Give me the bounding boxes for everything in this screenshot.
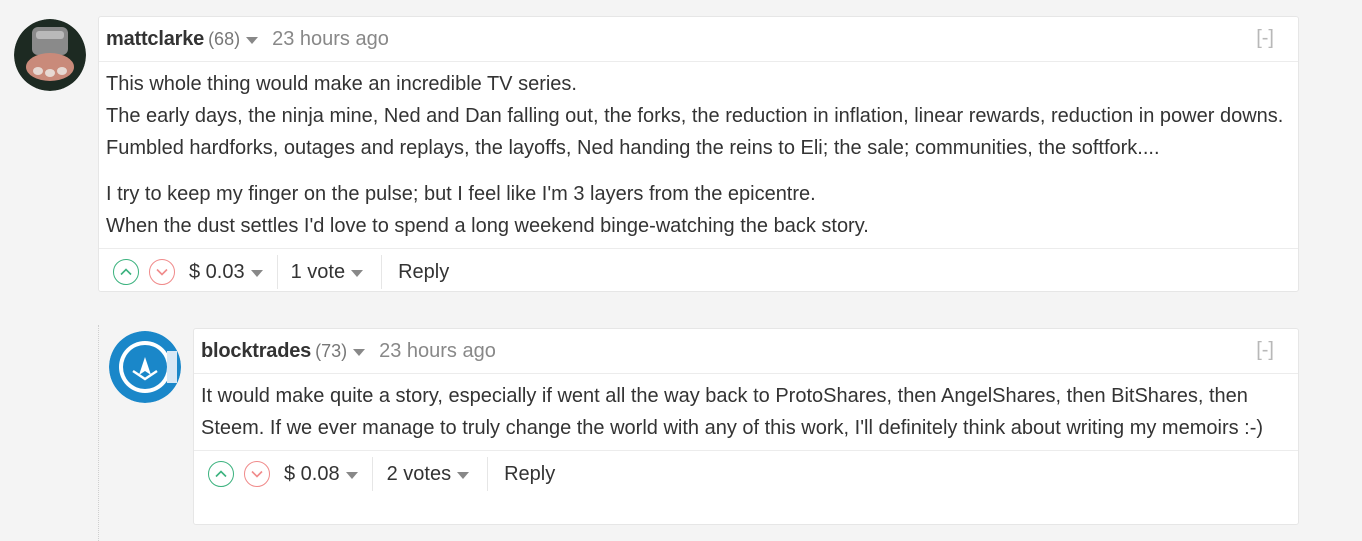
comment-paragraph: It would make quite a story, especially … (201, 385, 1264, 439)
comment-line: When the dust settles I'd love to spend … (106, 215, 869, 237)
footer-divider (276, 255, 278, 289)
footer-divider (487, 457, 489, 491)
comment-timestamp[interactable]: 23 hours ago (272, 28, 389, 51)
author-reputation: (73) (315, 340, 348, 361)
collapse-button[interactable]: [-] (1256, 27, 1274, 50)
comment-paragraph: This whole thing would make an incredibl… (106, 68, 1291, 164)
caret-down-icon[interactable] (353, 348, 366, 356)
thread-indent-line (98, 325, 99, 541)
comment-body: It would make quite a story, especially … (194, 374, 1298, 450)
comment-header: mattclarke (68) 23 hours ago [-] (99, 17, 1298, 62)
comment-header: blocktrades (73) 23 hours ago [-] (194, 329, 1298, 374)
comment-paragraph: I try to keep my finger on the pulse; bu… (106, 178, 1291, 242)
reply-button[interactable]: Reply (504, 463, 555, 486)
avatar-mattclarke[interactable] (14, 19, 86, 91)
votes-count: 2 votes (386, 462, 452, 485)
avatar-blocktrades[interactable] (109, 331, 181, 403)
payout-dropdown[interactable]: $ 0.08 (284, 463, 358, 486)
footer-divider (381, 255, 383, 289)
comment-line: The early days, the ninja mine, Ned and … (106, 105, 1284, 159)
upvote-button[interactable] (113, 259, 139, 285)
chevron-up-icon (120, 268, 132, 276)
votes-dropdown[interactable]: 2 votes (386, 462, 470, 486)
reply-button[interactable]: Reply (398, 261, 449, 284)
comment-thread: mattclarke (68) 23 hours ago [-] This wh… (0, 0, 1362, 541)
author-name[interactable]: mattclarke (106, 28, 204, 51)
downvote-button[interactable] (149, 259, 175, 285)
upvote-button[interactable] (208, 461, 234, 487)
payout-value: $ 0.03 (189, 260, 245, 283)
comment-footer: $ 0.08 2 votes Reply (194, 450, 1298, 497)
footer-divider (371, 457, 373, 491)
payout-value: $ 0.08 (284, 462, 340, 485)
comment-timestamp[interactable]: 23 hours ago (379, 340, 496, 363)
comment-card-blocktrades: blocktrades (73) 23 hours ago [-] It wou… (193, 328, 1299, 525)
caret-down-icon[interactable] (246, 36, 259, 44)
caret-down-icon (250, 269, 263, 277)
avatar-image (14, 19, 86, 91)
chevron-down-icon (156, 268, 168, 276)
chevron-down-icon (251, 470, 263, 478)
comment-card-mattclarke: mattclarke (68) 23 hours ago [-] This wh… (98, 16, 1299, 292)
payout-dropdown[interactable]: $ 0.03 (189, 261, 263, 284)
author-reputation: (68) (208, 28, 241, 49)
downvote-button[interactable] (244, 461, 270, 487)
votes-dropdown[interactable]: 1 vote (290, 260, 364, 284)
comment-body: This whole thing would make an incredibl… (99, 62, 1298, 248)
caret-down-icon (457, 471, 470, 479)
caret-down-icon (345, 471, 358, 479)
chevron-up-icon (215, 470, 227, 478)
votes-count: 1 vote (290, 260, 346, 283)
comment-footer: $ 0.03 1 vote Reply (99, 248, 1298, 295)
author-name[interactable]: blocktrades (201, 340, 311, 363)
caret-down-icon (351, 269, 364, 277)
avatar-image (109, 331, 181, 403)
comment-line: I try to keep my finger on the pulse; bu… (106, 183, 816, 205)
comment-line: This whole thing would make an incredibl… (106, 73, 577, 95)
collapse-button[interactable]: [-] (1256, 339, 1274, 362)
